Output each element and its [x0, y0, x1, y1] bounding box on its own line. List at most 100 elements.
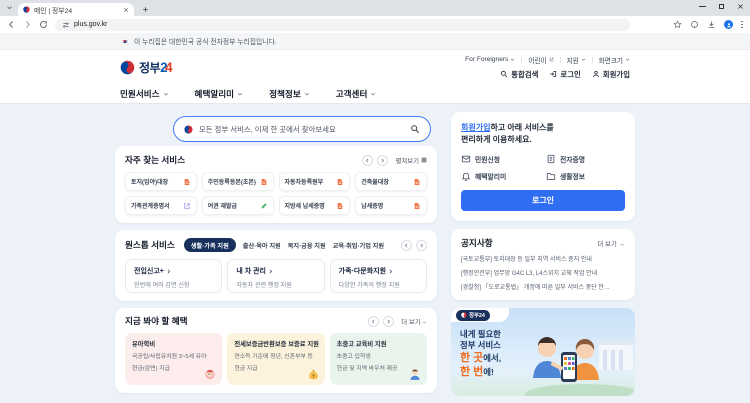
notice-item[interactable]: [행정안전부] 업무망 G4C L3, L4스위치 교체 작업 안내	[461, 268, 625, 277]
korea-flag-icon	[120, 38, 130, 45]
tab-welfare-finance[interactable]: 복지·금융 지원	[288, 241, 326, 250]
browser-toolbar: plus.gov.kr	[0, 16, 750, 33]
side-panel-icon[interactable]	[690, 20, 699, 29]
login-button[interactable]: 로그인	[461, 190, 625, 211]
notices-section: 공지사항 더 보기 → [국토교통부] 토지대장 등 일부 지역 서비스 중지 …	[451, 229, 635, 300]
prev-button[interactable]	[401, 240, 412, 251]
browser-tab[interactable]: 메인 | 정부24	[18, 3, 134, 16]
banner-illustration	[523, 326, 635, 396]
folder-icon	[546, 171, 556, 181]
service-tax-certificate[interactable]: 납세증명	[355, 196, 427, 215]
chevron-down-icon	[625, 57, 630, 62]
service-vehicle-register[interactable]: 자동차등록원부	[279, 172, 351, 191]
child-icon	[203, 367, 217, 381]
service-resident-register[interactable]: 주민등록등본(초본)	[202, 172, 274, 191]
gov-official-banner: 이 누리집은 대한민국 공식 전자정부 누리집입니다.	[0, 33, 750, 50]
prev-button[interactable]	[362, 155, 373, 166]
tab-life-family[interactable]: 생활·가족 지원	[184, 238, 236, 252]
tab-birth-childcare[interactable]: 출산·육아 지원	[243, 241, 281, 250]
taegeuk-icon	[461, 312, 467, 318]
reload-button[interactable]	[39, 20, 48, 29]
feature-benefit-alerts[interactable]: 혜택알리미	[461, 171, 540, 181]
integrated-search-button[interactable]: 통합검색	[500, 69, 538, 80]
address-bar[interactable]: plus.gov.kr	[55, 19, 630, 31]
onestop-card-my-car[interactable]: 내 차 관리 자동차 관련 행정 지원	[227, 259, 324, 293]
back-button[interactable]	[7, 20, 16, 29]
taegeuk-icon	[184, 125, 193, 134]
banner-logo-text: 정부24	[469, 311, 485, 319]
notice-item[interactable]: [경찰청] 「도로교통법」 개정에 따른 일부 서비스 중단 안…	[461, 282, 625, 291]
profile-avatar[interactable]	[724, 20, 733, 29]
notices-more-link[interactable]: 더 보기 →	[597, 239, 625, 248]
feature-civil-application[interactable]: 민원신청	[461, 154, 540, 164]
chevron-right-icon	[166, 269, 171, 274]
main-navigation: 민원서비스 혜택알리미 정책정보 고객센터	[0, 84, 750, 104]
url-text: plus.gov.kr	[74, 21, 107, 28]
document-icon	[260, 178, 268, 186]
tab-education-employment[interactable]: 교육·취업·기업 지원	[333, 241, 384, 250]
prev-button[interactable]	[368, 316, 379, 327]
document-icon	[413, 202, 421, 210]
student-icon	[408, 367, 422, 381]
search-icon	[500, 70, 508, 78]
new-tab-button[interactable]	[142, 6, 149, 13]
gov24-logo[interactable]: 정부24	[120, 59, 172, 76]
benefit-card-school-education-fee[interactable]: 초중고 교육비 지원 초중고 입학생 현금 및 지역 바우처 제공	[330, 333, 427, 385]
benefits-more-link[interactable]: 더 보기→	[401, 317, 427, 326]
next-button[interactable]	[416, 240, 427, 251]
window-minimize-button[interactable]	[699, 6, 706, 7]
bookmark-star-icon[interactable]	[673, 20, 682, 29]
service-land-register[interactable]: 토지(임야)대장	[125, 172, 197, 191]
main-content: 모든 정부 서비스, 이제 한 곳에서 찾아보세요 자주 찾는 서비스 펼쳐보기	[0, 104, 750, 403]
tab-search-chevron-icon[interactable]	[6, 4, 13, 11]
service-search-bar[interactable]: 모든 정부 서비스, 이제 한 곳에서 찾아보세요	[173, 116, 431, 142]
tab-title: 메인 | 정부24	[34, 5, 119, 15]
document-icon	[183, 178, 191, 186]
link-support[interactable]: 지원	[567, 55, 586, 65]
service-local-tax-certificate[interactable]: 지방세 납세증명	[279, 196, 351, 215]
service-passport-renewal[interactable]: 여권 재발급	[202, 196, 274, 215]
download-icon[interactable]	[707, 20, 716, 29]
feature-life-info[interactable]: 생활정보	[546, 171, 625, 181]
benefits-title: 지금 봐야 할 혜택	[125, 315, 188, 327]
chevron-down-icon	[237, 91, 243, 97]
benefit-card-preschool-tuition[interactable]: 유아학비 국공립/사립유치원 3~5세 유아 현금(감면) 지급	[125, 333, 222, 385]
tab-close-icon[interactable]	[123, 7, 129, 13]
promo-banner[interactable]: 정부24 내게 필요한 정부 서비스 한 곳에서, 한 번에!	[451, 308, 635, 396]
link-for-foreigners[interactable]: For Foreigners	[465, 56, 515, 63]
window-close-button[interactable]	[737, 3, 744, 10]
onestop-card-family-multiculture[interactable]: 가족·다문화지원 다양한 가족의 행정 지원	[330, 259, 427, 293]
onestop-card-move-in[interactable]: 전입신고+ 한번에 여러 감면 신청	[125, 259, 222, 293]
link-children[interactable]: 어린이	[528, 55, 553, 65]
site-header: 정부24 For Foreigners 어린이 지원	[0, 50, 750, 84]
browser-menu-icon[interactable]	[741, 21, 743, 29]
nav-policy-info[interactable]: 정책정보	[269, 88, 310, 100]
next-button[interactable]	[383, 316, 394, 327]
next-button[interactable]	[377, 155, 388, 166]
login-headline: 회원가입하고 아래 서비스를 편리하게 이용하세요.	[461, 122, 625, 146]
site-settings-icon[interactable]	[62, 21, 70, 29]
service-family-certificate[interactable]: 가족관계증명서	[125, 196, 197, 215]
frequent-services-section: 자주 찾는 서비스 펼쳐보기 토지(임야)대장	[115, 146, 437, 223]
login-link[interactable]: 로그인	[549, 69, 580, 80]
signup-inline-link[interactable]: 회원가입	[461, 123, 490, 132]
search-placeholder: 모든 정부 서비스, 이제 한 곳에서 찾아보세요	[199, 124, 404, 135]
nav-civil-services[interactable]: 민원서비스	[120, 88, 169, 100]
feature-e-certificate[interactable]: 전자증명	[546, 154, 625, 164]
signup-link[interactable]: 회원가입	[592, 69, 630, 80]
chevron-down-icon	[370, 91, 376, 97]
chevron-down-icon	[510, 57, 515, 62]
expand-all-button[interactable]: 펼쳐보기	[395, 156, 427, 165]
nav-benefit-alerts[interactable]: 혜택알리미	[195, 88, 244, 100]
window-maximize-button[interactable]	[719, 4, 724, 9]
benefit-card-jeonse-guarantee[interactable]: 전세보증금반환보증 보증료 지원 연소득 기준에 청년, 신혼부부 등 현금 지…	[227, 333, 324, 385]
chevron-right-icon	[388, 269, 393, 274]
search-icon[interactable]	[410, 124, 420, 134]
notice-item[interactable]: [국토교통부] 토지대장 등 일부 지역 서비스 중지 안내	[461, 254, 625, 263]
taegeuk-logo-icon	[120, 60, 135, 75]
link-screen-size[interactable]: 화면크기	[599, 55, 630, 65]
service-building-register[interactable]: 건축물대장	[355, 172, 427, 191]
nav-customer-center[interactable]: 고객센터	[336, 88, 377, 100]
forward-button[interactable]	[23, 20, 32, 29]
benefits-section: 지금 봐야 할 혜택 더 보기→ 유아학비 국공립/사립유치원 3~5세 유아 …	[115, 308, 437, 393]
